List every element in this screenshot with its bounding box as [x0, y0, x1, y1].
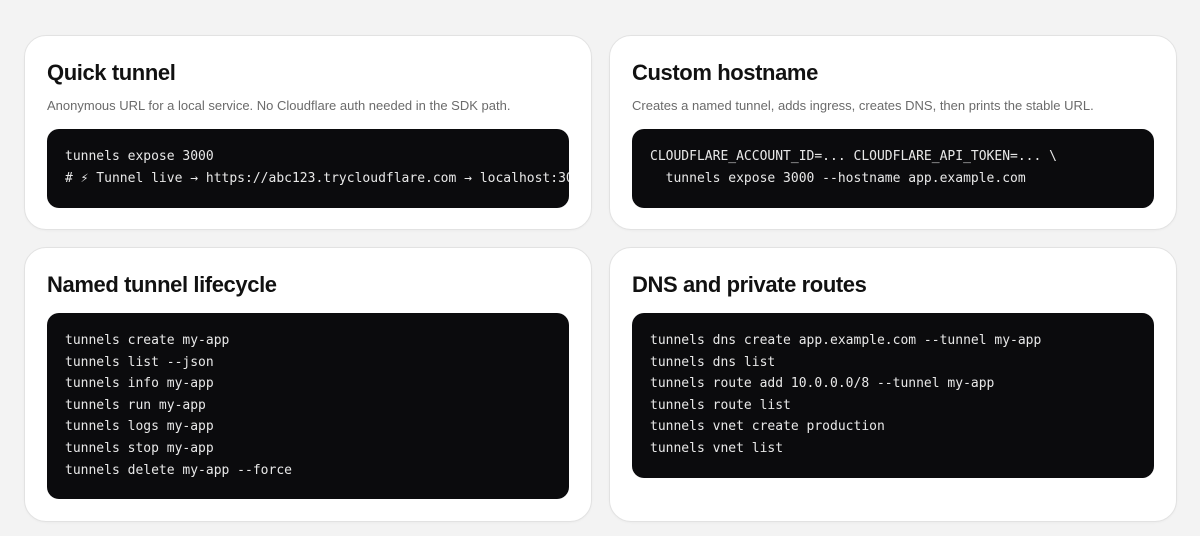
- code-line: tunnels route add 10.0.0.0/8 --tunnel my…: [650, 376, 995, 392]
- card-custom-hostname: Custom hostname Creates a named tunnel, …: [609, 35, 1177, 230]
- card-title: Named tunnel lifecycle: [47, 272, 277, 297]
- card-title: Custom hostname: [632, 60, 818, 85]
- code-line: tunnels dns list: [650, 354, 776, 370]
- code-block[interactable]: tunnels create my-app tunnels list --jso…: [47, 313, 569, 499]
- code-line: tunnels expose 3000 --hostname app.examp…: [650, 170, 1026, 186]
- card-description: Anonymous URL for a local service. No Cl…: [47, 98, 511, 113]
- cards-grid: Quick tunnel Anonymous URL for a local s…: [0, 0, 1200, 536]
- code-line: tunnels vnet create production: [650, 419, 885, 435]
- code-line: tunnels dns create app.example.com --tun…: [650, 333, 1042, 348]
- code-line: tunnels stop my-app: [65, 440, 214, 456]
- code-line: tunnels delete my-app --force: [65, 462, 292, 478]
- card-title: Quick tunnel: [47, 60, 176, 85]
- code-line: # ⚡ Tunnel live → https://abc123.tryclou…: [65, 170, 569, 186]
- code-line: tunnels info my-app: [65, 376, 214, 392]
- code-line: tunnels expose 3000: [65, 149, 214, 164]
- code-block[interactable]: tunnels expose 3000 # ⚡ Tunnel live → ht…: [47, 129, 569, 208]
- card-description: Creates a named tunnel, adds ingress, cr…: [632, 98, 1094, 113]
- code-line: tunnels run my-app: [65, 397, 206, 413]
- code-line: tunnels create my-app: [65, 333, 230, 348]
- code-block[interactable]: CLOUDFLARE_ACCOUNT_ID=... CLOUDFLARE_API…: [632, 129, 1154, 208]
- card-named-tunnel-lifecycle: Named tunnel lifecycle tunnels create my…: [24, 247, 592, 522]
- code-line: tunnels list --json: [65, 354, 214, 370]
- code-line: tunnels vnet list: [650, 440, 784, 456]
- code-line: CLOUDFLARE_ACCOUNT_ID=... CLOUDFLARE_API…: [650, 149, 1057, 164]
- code-block[interactable]: tunnels dns create app.example.com --tun…: [632, 313, 1154, 478]
- card-dns-private-routes: DNS and private routes tunnels dns creat…: [609, 247, 1177, 522]
- card-quick-tunnel: Quick tunnel Anonymous URL for a local s…: [24, 35, 592, 230]
- code-line: tunnels logs my-app: [65, 419, 214, 435]
- card-title: DNS and private routes: [632, 272, 867, 297]
- code-line: tunnels route list: [650, 397, 791, 413]
